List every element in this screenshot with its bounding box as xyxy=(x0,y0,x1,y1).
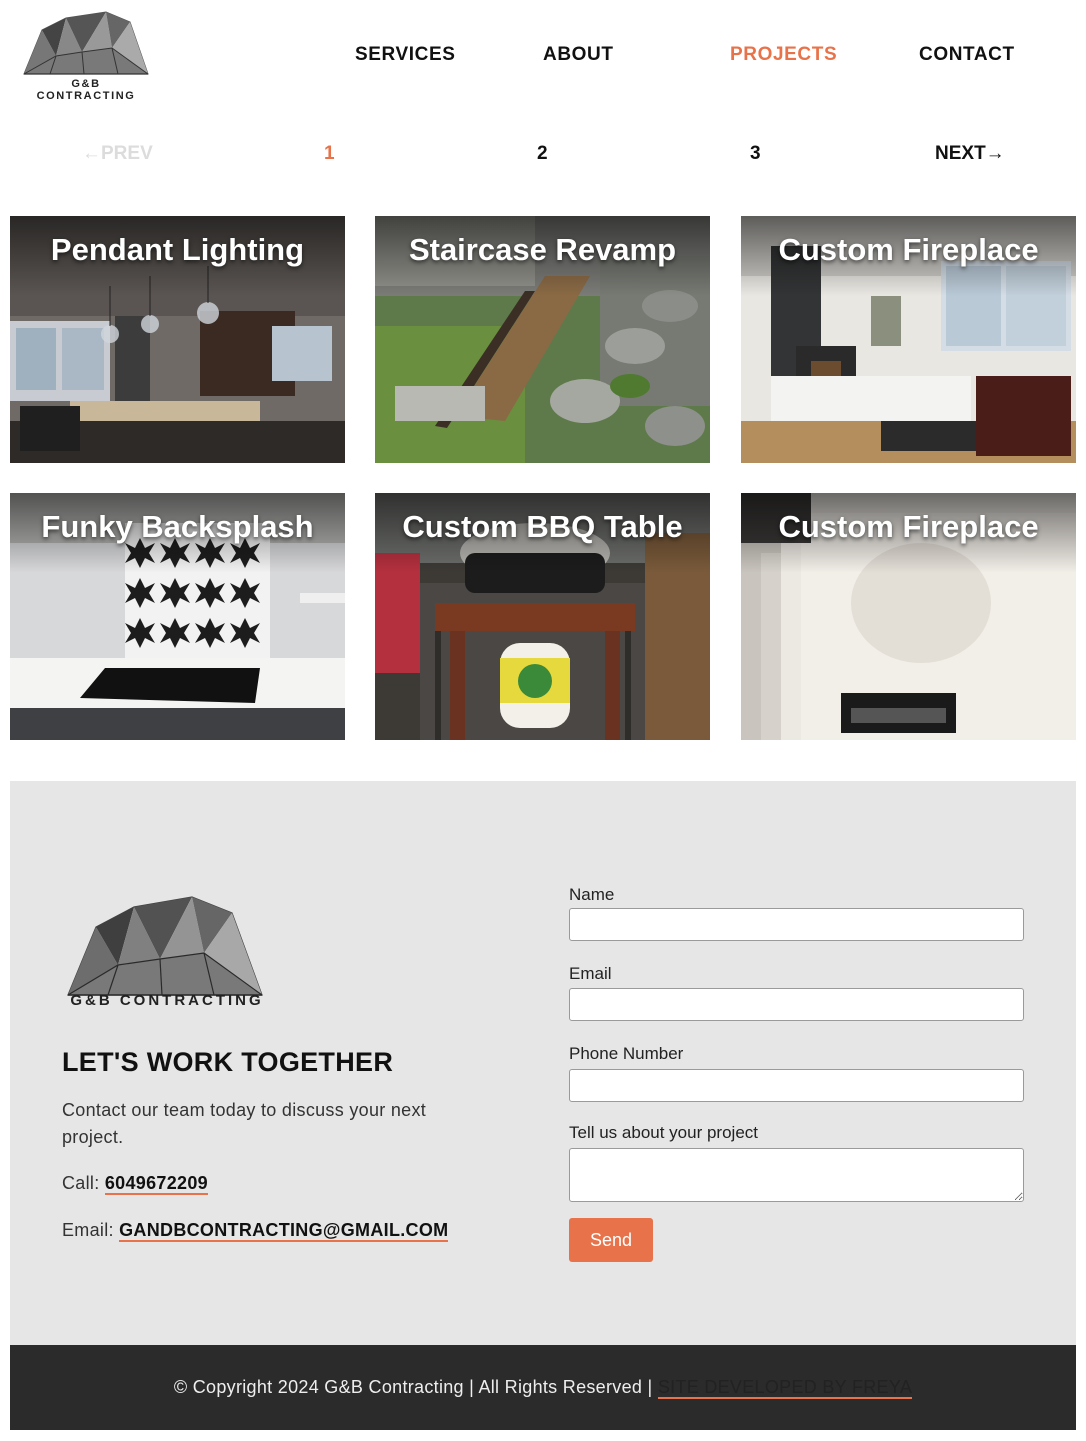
contact-phone-line: Call: 6049672209 xyxy=(62,1173,208,1195)
contact-intro: Contact our team today to discuss your n… xyxy=(62,1100,427,1147)
email-field-label: Email xyxy=(569,964,612,983)
project-card[interactable]: Funky Backsplash xyxy=(10,493,345,740)
contact-section: G&B CONTRACTING LET'S WORK TOGETHER Cont… xyxy=(10,781,1076,1345)
email-link[interactable]: GANDBCONTRACTING@GMAIL.COM xyxy=(119,1220,449,1242)
project-card[interactable]: Pendant Lighting xyxy=(10,216,345,463)
project-label: Tell us about your project xyxy=(569,1123,758,1142)
pagination-next[interactable]: NEXT→ xyxy=(935,143,1005,165)
project-textarea[interactable] xyxy=(569,1148,1024,1202)
copyright-text: © Copyright 2024 G&B Contracting | All R… xyxy=(173,1377,653,1397)
site-logo[interactable]: G&B CONTRACTING xyxy=(20,8,152,102)
name-field[interactable] xyxy=(569,908,1024,941)
site-footer: © Copyright 2024 G&B Contracting | All R… xyxy=(10,1345,1076,1430)
pagination-prev: ←PREV xyxy=(82,143,153,164)
footer-copyright-line: © Copyright 2024 G&B Contracting | All R… xyxy=(10,1377,1076,1399)
dome-logo-icon xyxy=(23,11,149,75)
site-header: G&B CONTRACTING SERVICES ABOUT PROJECTS … xyxy=(0,0,1086,110)
phone-field[interactable] xyxy=(569,1069,1024,1102)
project-card[interactable]: Custom Fireplace xyxy=(741,493,1076,740)
project-title: Pendant Lighting xyxy=(50,232,305,267)
developer-credit-link[interactable]: SITE DEVELOPED BY FREYA xyxy=(657,1377,913,1399)
project-card[interactable]: Custom Fireplace xyxy=(741,216,1076,463)
project-card[interactable]: Custom BBQ Table xyxy=(375,493,710,740)
project-card[interactable]: Staircase Revamp xyxy=(375,216,710,463)
footer-logo-wordmark: G&B CONTRACTING xyxy=(70,992,264,1009)
project-title: Custom Fireplace xyxy=(778,509,1039,544)
nav-services[interactable]: SERVICES xyxy=(355,44,456,66)
phone-link[interactable]: 6049672209 xyxy=(104,1173,208,1195)
email-field[interactable] xyxy=(569,988,1024,1021)
name-label: Name xyxy=(569,885,615,904)
pagination-page-1[interactable]: 1 xyxy=(324,143,335,165)
project-title: Funky Backsplash xyxy=(41,509,314,544)
nav-about[interactable]: ABOUT xyxy=(543,44,614,66)
email-label: Email: xyxy=(62,1220,114,1240)
pagination-page-3[interactable]: 3 xyxy=(750,143,761,165)
pagination-page-2[interactable]: 2 xyxy=(537,143,548,165)
contact-heading: LET'S WORK TOGETHER xyxy=(62,1047,394,1077)
nav-projects[interactable]: PROJECTS xyxy=(730,44,837,66)
send-button[interactable]: Send xyxy=(569,1218,653,1262)
call-label: Call: xyxy=(62,1173,100,1193)
logo-wordmark: G&B CONTRACTING xyxy=(36,78,136,102)
project-title: Custom BBQ Table xyxy=(402,509,683,544)
project-title: Custom Fireplace xyxy=(778,232,1039,267)
phone-label: Phone Number xyxy=(569,1044,684,1063)
nav-contact[interactable]: CONTACT xyxy=(919,44,1015,66)
project-title: Staircase Revamp xyxy=(408,232,677,267)
contact-email-line: Email: GANDBCONTRACTING@GMAIL.COM xyxy=(62,1220,449,1242)
